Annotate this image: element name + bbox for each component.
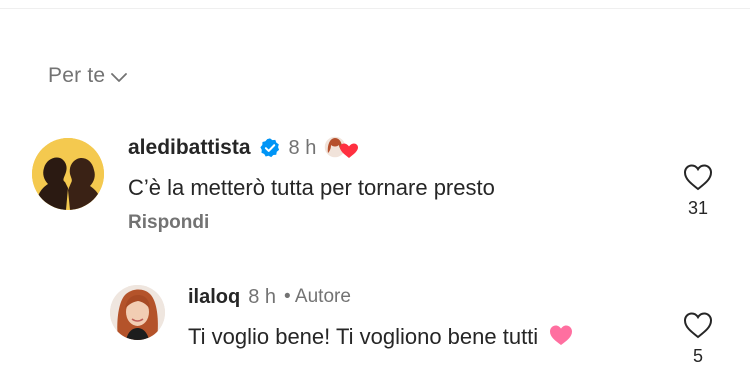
like-count: 5 <box>692 346 703 366</box>
reply-button[interactable]: Rispondi <box>128 212 209 234</box>
couple-silhouette-avatar <box>32 138 104 210</box>
username[interactable]: ilaloq <box>188 286 240 309</box>
like-button[interactable]: 5 <box>676 310 720 367</box>
comment-text-content: Ti voglio bene! Ti vogliono bene tutti <box>188 324 539 349</box>
comment-header: aledibattista 8 h <box>128 132 360 164</box>
chevron-down-icon <box>111 72 128 82</box>
avatar[interactable] <box>110 285 165 340</box>
sort-label: Per te <box>48 64 106 87</box>
comment-time: 8 h <box>288 136 317 159</box>
verified-badge-icon <box>259 138 279 158</box>
comment-header: ilaloq 8 h • Autore <box>188 282 351 312</box>
top-divider <box>0 8 750 9</box>
author-heart-reaction-icon <box>322 133 360 163</box>
pink-heart-emoji-icon <box>550 325 573 345</box>
like-button[interactable]: 31 <box>676 162 720 219</box>
comment-text: C’è la metterò tutta per tornare presto <box>128 175 495 200</box>
sort-dropdown[interactable]: Per te <box>48 64 128 88</box>
heart-outline-icon <box>683 164 713 191</box>
comment-text: Ti voglio bene! Ti vogliono bene tutti <box>188 322 628 352</box>
woman-portrait-avatar <box>110 285 165 340</box>
heart-outline-icon <box>683 312 713 339</box>
like-count: 31 <box>687 198 709 218</box>
author-badge: • Autore <box>284 286 351 307</box>
username[interactable]: aledibattista <box>128 136 251 160</box>
avatar[interactable] <box>32 138 104 210</box>
comment-time: 8 h <box>248 285 277 308</box>
